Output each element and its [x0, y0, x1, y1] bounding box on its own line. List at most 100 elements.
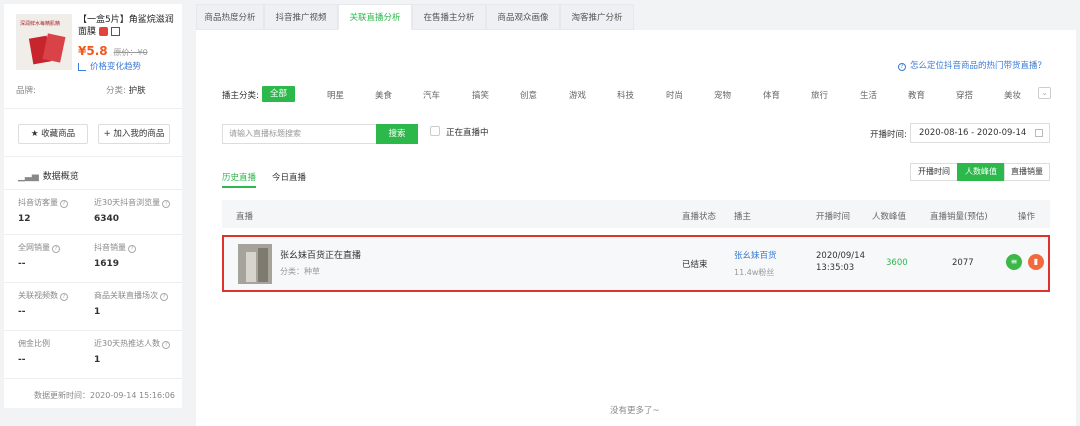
stat-30day-promoters: 近30天热推达人数? 1 — [94, 338, 180, 366]
table-row[interactable]: 张幺妹百货正在直播 分类：种草 已结束 张幺妹百货 11.4w粉丝 2020/0… — [222, 235, 1050, 292]
favorite-button[interactable]: ★ 收藏商品 — [18, 124, 88, 144]
stat-douyin-visitors: 抖音访客量? 12 — [18, 197, 98, 225]
product-box-graphic — [42, 33, 66, 63]
category-item[interactable]: 明星 — [327, 89, 344, 101]
category-item[interactable]: 创意 — [520, 89, 537, 101]
help-icon[interactable]: ? — [160, 293, 168, 301]
sort-peak-viewers-button[interactable]: 人数峰值 — [957, 163, 1005, 181]
tab-promo-videos[interactable]: 抖音推广视频 — [264, 4, 338, 30]
stat-network-sales: 全网销量? -- — [18, 242, 98, 270]
chevron-down-icon[interactable]: ⌄ — [1038, 87, 1051, 99]
category-item[interactable]: 搞笑 — [472, 89, 489, 101]
category-all[interactable]: 全部 — [262, 86, 296, 102]
category-item[interactable]: 教育 — [908, 89, 925, 101]
stat-value: 1 — [94, 355, 101, 365]
date-range-value: 2020-08-16 - 2020-09-14 — [919, 128, 1027, 138]
divider — [4, 234, 182, 235]
product-title[interactable]: 【一盒5片】角鲨烷滋润面膜 — [78, 14, 178, 38]
sort-start-time-button[interactable]: 开播时间 — [910, 163, 958, 181]
category-label: 分类: — [106, 86, 126, 96]
tmall-badge-icon — [99, 27, 109, 36]
brand-label: 品牌: — [16, 86, 36, 96]
search-button[interactable]: 搜索 — [376, 124, 418, 144]
stat-label: 商品关联直播场次 — [94, 291, 158, 300]
product-image-text: 深润鲜水每精肌精 — [20, 21, 61, 27]
live-now-label: 正在直播中 — [446, 128, 489, 138]
stat-douyin-sales: 抖音销量? 1619 — [94, 242, 174, 270]
help-link[interactable]: ? 怎么定位抖音商品的热门带货直播？ — [897, 59, 1046, 71]
stat-related-videos: 关联视频数? -- — [18, 290, 98, 318]
help-icon[interactable]: ? — [60, 293, 68, 301]
qr-code-icon[interactable] — [111, 27, 121, 36]
stat-value: 1 — [94, 307, 101, 317]
stats-title: ▁▃▅ 数据概览 — [18, 169, 79, 182]
main-panel: ? 怎么定位抖音商品的热门带货直播？ 播主分类: 全部 明星 美食 汽车 搞笑 创… — [196, 30, 1076, 426]
live-thumbnail[interactable] — [238, 244, 272, 284]
product-image[interactable]: 深润鲜水每精肌精 — [16, 14, 72, 70]
help-icon[interactable]: ? — [162, 200, 171, 208]
stat-label: 近30天热推达人数 — [94, 339, 161, 348]
divider — [4, 378, 182, 379]
category-item[interactable]: 游戏 — [569, 89, 586, 101]
stat-value: -- — [18, 355, 26, 365]
tab-related-lives[interactable]: 关联直播分析 — [338, 4, 412, 30]
stat-related-lives: 商品关联直播场次? 1 — [94, 290, 180, 318]
search-input[interactable]: 请输入直播标题搜索 — [222, 124, 376, 144]
live-title[interactable]: 张幺妹百货正在直播 — [280, 248, 361, 261]
stat-value: -- — [18, 307, 26, 317]
category-item[interactable]: 科技 — [617, 89, 634, 101]
help-icon[interactable]: ? — [52, 245, 60, 253]
divider — [4, 108, 182, 109]
product-title-text: 【一盒5片】角鲨烷滋润面膜 — [78, 15, 174, 37]
subtab-history[interactable]: 历史直播 — [222, 171, 256, 183]
category-item[interactable]: 体育 — [763, 89, 780, 101]
no-more-text: 没有更多了~ — [610, 406, 660, 416]
th-live: 直播 — [236, 212, 254, 222]
tab-sellers[interactable]: 在售播主分析 — [412, 4, 486, 30]
divider — [4, 282, 182, 283]
tab-product-heat[interactable]: 商品热度分析 — [196, 4, 264, 30]
help-icon[interactable]: ? — [60, 200, 68, 208]
tab-audience[interactable]: 商品观众画像 — [486, 4, 560, 30]
start-date: 2020/09/14 — [816, 251, 865, 261]
help-icon[interactable]: ? — [162, 341, 171, 349]
divider — [4, 156, 182, 157]
category-item[interactable]: 时尚 — [666, 89, 683, 101]
stat-value: -- — [18, 259, 26, 269]
live-status: 已结束 — [682, 260, 708, 270]
data-update-time: 数据更新时间：2020-09-14 15:16:06 — [34, 391, 175, 400]
add-to-my-products-button[interactable]: + 加入我的商品 — [98, 124, 170, 144]
th-start-time: 开播时间 — [816, 212, 851, 222]
sort-live-sales-button[interactable]: 直播销量 — [1004, 163, 1050, 181]
thumbnail-figure — [246, 252, 256, 282]
category-item[interactable]: 穿搭 — [956, 89, 973, 101]
calendar-icon — [1035, 129, 1043, 137]
price-trend-link[interactable]: 价格变化趋势 — [78, 60, 141, 72]
category-item[interactable]: 汽车 — [423, 89, 440, 101]
detail-list-icon[interactable]: ≡ — [1006, 254, 1022, 270]
peak-viewers: 3600 — [886, 258, 908, 268]
live-now-checkbox[interactable] — [430, 126, 440, 136]
bar-chart-icon[interactable]: ▮ — [1028, 254, 1044, 270]
help-icon[interactable]: ? — [128, 245, 136, 253]
live-category: 分类：种草 — [280, 267, 320, 276]
category-item[interactable]: 美妆 — [1004, 89, 1021, 101]
tab-taoke[interactable]: 淘客推广分析 — [560, 4, 634, 30]
product-summary: 深润鲜水每精肌精 【一盒5片】角鲨烷滋润面膜 ¥5.8 原价：¥0 价格变化趋势 — [16, 14, 176, 76]
th-sales: 直播销量(预估) — [930, 212, 988, 222]
category-item[interactable]: 宠物 — [714, 89, 731, 101]
category-item[interactable]: 生活 — [860, 89, 877, 101]
date-range-label: 开播时间: — [870, 130, 907, 140]
date-range-picker[interactable]: 2020-08-16 - 2020-09-14 — [910, 123, 1050, 143]
category-item[interactable]: 旅行 — [811, 89, 828, 101]
product-price: ¥5.8 — [78, 44, 108, 58]
stats-title-text: 数据概览 — [42, 172, 79, 182]
host-name[interactable]: 张幺妹百货 — [734, 249, 777, 261]
start-time: 13:35:03 — [816, 263, 855, 273]
category-item[interactable]: 美食 — [375, 89, 392, 101]
subtab-today[interactable]: 今日直播 — [272, 171, 306, 183]
divider — [4, 189, 182, 190]
stat-commission-rate: 佣金比例 -- — [18, 338, 98, 366]
stats-chart-icon: ▁▃▅ — [18, 172, 39, 182]
stat-value: 12 — [18, 214, 31, 224]
